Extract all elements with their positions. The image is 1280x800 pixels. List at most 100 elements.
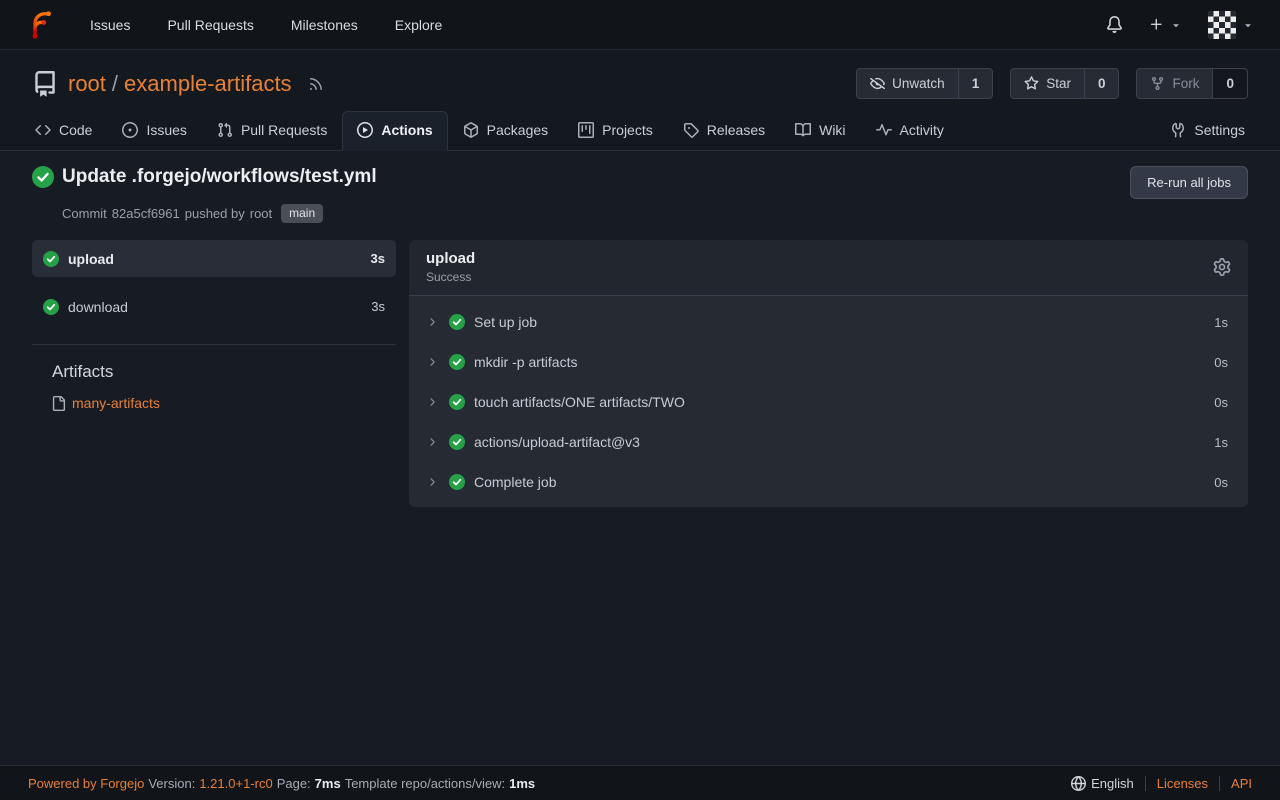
- commit-sha-link[interactable]: 82a5cf6961: [112, 206, 180, 221]
- tab-label: Code: [59, 122, 92, 138]
- job-list-sidebar: upload 3s download 3s Artifacts many-art…: [32, 240, 396, 507]
- language-selector[interactable]: English: [1071, 776, 1134, 791]
- version-link[interactable]: 1.21.0+1-rc0: [199, 776, 272, 791]
- actions-run-view: Update .forgejo/workflows/test.yml Re-ru…: [0, 151, 1280, 765]
- tab-actions[interactable]: Actions: [342, 111, 447, 151]
- page-time-label: Page:: [277, 776, 311, 791]
- step-row-mkdir[interactable]: mkdir -p artifacts 0s: [409, 342, 1248, 382]
- tab-pull-requests[interactable]: Pull Requests: [202, 111, 342, 151]
- tab-packages[interactable]: Packages: [448, 111, 563, 151]
- step-duration: 0s: [1214, 475, 1228, 490]
- tab-projects[interactable]: Projects: [563, 111, 668, 151]
- issue-icon: [122, 122, 138, 138]
- tab-label: Issues: [146, 122, 186, 138]
- create-new-dropdown[interactable]: [1149, 17, 1182, 32]
- repo-owner-link[interactable]: root: [68, 71, 106, 96]
- user-avatar: [1208, 11, 1236, 39]
- pusher-link[interactable]: root: [250, 206, 272, 221]
- package-icon: [463, 122, 479, 138]
- tab-settings[interactable]: Settings: [1155, 111, 1260, 151]
- tab-activity[interactable]: Activity: [861, 111, 959, 151]
- step-row-complete[interactable]: Complete job 0s: [409, 462, 1248, 502]
- tab-label: Wiki: [819, 122, 845, 138]
- plus-icon: [1149, 17, 1164, 32]
- step-row-touch[interactable]: touch artifacts/ONE artifacts/TWO 0s: [409, 382, 1248, 422]
- repo-icon: [32, 71, 58, 97]
- step-row-upload-artifact[interactable]: actions/upload-artifact@v3 1s: [409, 422, 1248, 462]
- job-row-upload[interactable]: upload 3s: [32, 240, 396, 277]
- nav-explore[interactable]: Explore: [395, 17, 442, 33]
- chevron-right-icon: [426, 476, 438, 488]
- bell-icon[interactable]: [1106, 16, 1123, 33]
- breadcrumb-separator: /: [112, 71, 118, 96]
- step-name: Complete job: [474, 474, 557, 490]
- nav-milestones[interactable]: Milestones: [291, 17, 358, 33]
- version-label: Version:: [148, 776, 195, 791]
- job-detail-header: upload Success: [409, 240, 1248, 296]
- pushed-by-label: pushed by: [185, 206, 245, 221]
- footer-divider: [1219, 776, 1220, 791]
- nav-pull-requests[interactable]: Pull Requests: [167, 17, 253, 33]
- step-duration: 1s: [1214, 435, 1228, 450]
- rerun-all-jobs-button[interactable]: Re-run all jobs: [1130, 166, 1248, 199]
- unwatch-label: Unwatch: [892, 76, 945, 91]
- job-duration: 3s: [371, 251, 385, 266]
- job-row-download[interactable]: download 3s: [32, 288, 396, 325]
- check-circle-icon: [449, 314, 465, 330]
- code-icon: [35, 122, 51, 138]
- footer-links: English Licenses API: [1071, 776, 1252, 791]
- fork-icon: [1150, 76, 1165, 91]
- stars-count[interactable]: 0: [1084, 69, 1119, 98]
- branch-badge[interactable]: main: [281, 204, 323, 223]
- job-name: download: [68, 299, 128, 315]
- check-circle-icon: [449, 354, 465, 370]
- gear-icon[interactable]: [1213, 258, 1231, 276]
- nav-issues[interactable]: Issues: [90, 17, 130, 33]
- licenses-link[interactable]: Licenses: [1157, 776, 1208, 791]
- user-menu-dropdown[interactable]: [1208, 11, 1254, 39]
- tab-label: Releases: [707, 122, 765, 138]
- repo-action-buttons: Unwatch 1 Star 0 Fork: [856, 68, 1248, 99]
- step-duration: 1s: [1214, 315, 1228, 330]
- tag-icon: [683, 122, 699, 138]
- star-label: Star: [1046, 76, 1071, 91]
- api-link[interactable]: API: [1231, 776, 1252, 791]
- unwatch-button[interactable]: Unwatch 1: [856, 68, 993, 99]
- tab-code[interactable]: Code: [20, 111, 107, 151]
- repo-name-link[interactable]: example-artifacts: [124, 71, 292, 96]
- tools-icon: [1170, 122, 1186, 138]
- chevron-right-icon: [426, 396, 438, 408]
- forgejo-logo-icon[interactable]: [26, 10, 56, 40]
- tab-issues[interactable]: Issues: [107, 111, 201, 151]
- repo-header: root/example-artifacts Unwatch 1: [0, 50, 1280, 151]
- chevron-right-icon: [426, 436, 438, 448]
- book-icon: [795, 122, 811, 138]
- run-success-check-icon: [32, 166, 54, 188]
- step-name: mkdir -p artifacts: [474, 354, 577, 370]
- rss-icon[interactable]: [308, 76, 324, 92]
- star-button[interactable]: Star 0: [1010, 68, 1119, 99]
- check-circle-icon: [449, 434, 465, 450]
- step-name: Set up job: [474, 314, 537, 330]
- play-circle-icon: [357, 122, 373, 138]
- footer-divider: [1145, 776, 1146, 791]
- language-label: English: [1091, 776, 1134, 791]
- commit-label: Commit: [62, 206, 107, 221]
- step-name: touch artifacts/ONE artifacts/TWO: [474, 394, 685, 410]
- watchers-count[interactable]: 1: [958, 69, 993, 98]
- fork-button[interactable]: Fork 0: [1136, 68, 1248, 99]
- tab-label: Pull Requests: [241, 122, 327, 138]
- job-name: upload: [68, 251, 114, 267]
- caret-down-icon: [1170, 19, 1182, 31]
- artifact-link[interactable]: many-artifacts: [72, 395, 160, 411]
- check-circle-icon: [43, 251, 59, 267]
- powered-by-link[interactable]: Powered by Forgejo: [28, 776, 144, 791]
- tab-wiki[interactable]: Wiki: [780, 111, 860, 151]
- template-time-label: Template repo/actions/view:: [345, 776, 505, 791]
- commit-summary: Commit 82a5cf6961 pushed by root main: [62, 204, 1248, 223]
- step-row-setup[interactable]: Set up job 1s: [409, 302, 1248, 342]
- forks-count[interactable]: 0: [1212, 69, 1247, 98]
- project-icon: [578, 122, 594, 138]
- chevron-right-icon: [426, 356, 438, 368]
- tab-releases[interactable]: Releases: [668, 111, 780, 151]
